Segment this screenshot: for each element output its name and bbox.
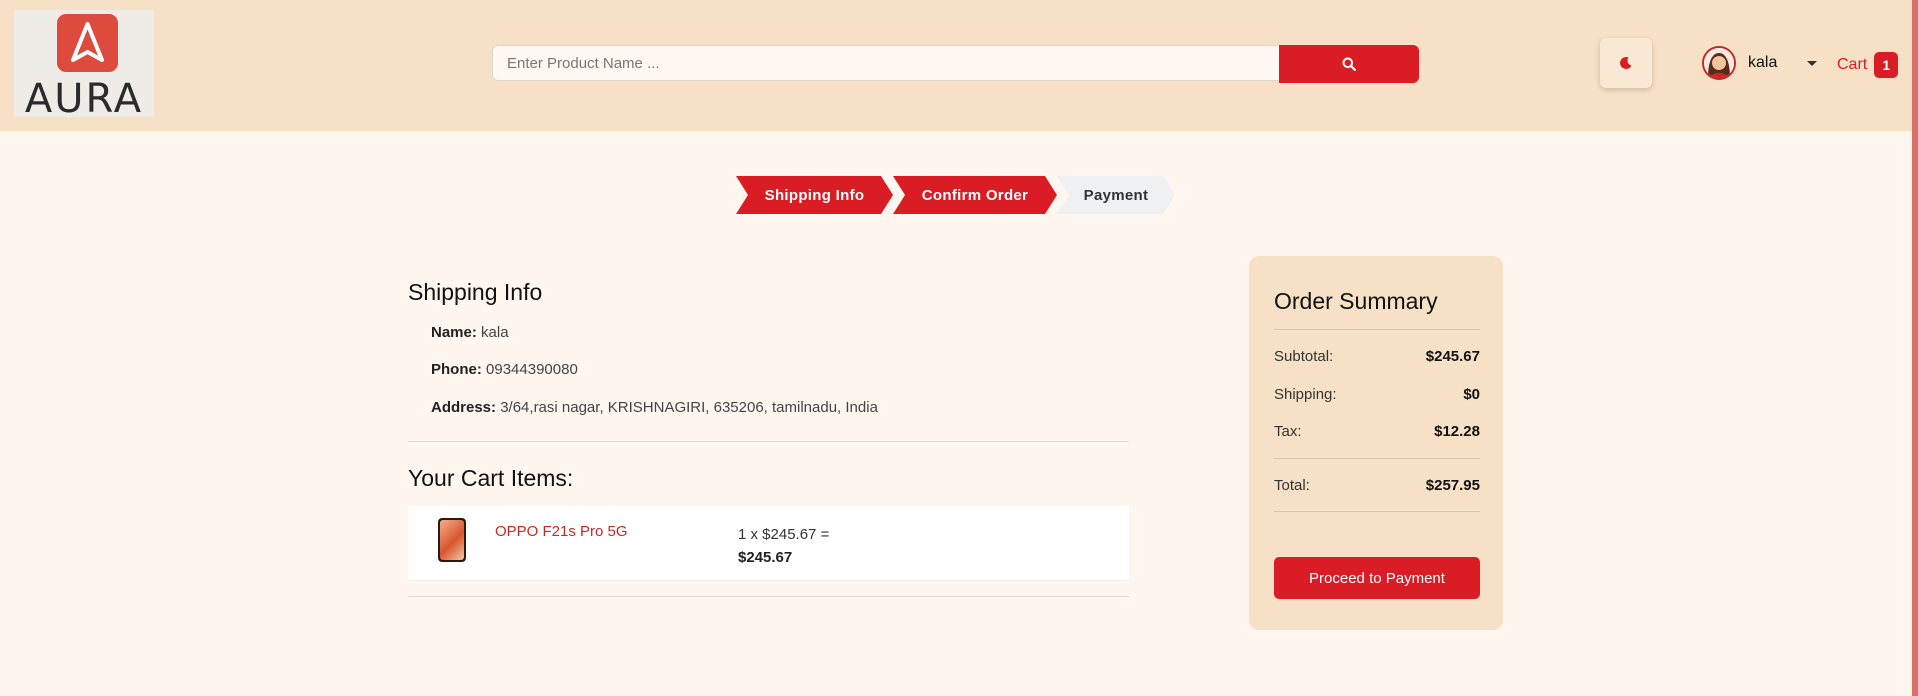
product-image [438,518,466,562]
tax-value: $12.28 [1434,423,1480,440]
step-shipping-info[interactable]: Shipping Info [736,176,893,214]
brand-logo[interactable]: AURA [14,10,154,122]
address-value: 3/64,rasi nagar, KRISHNAGIRI, 635206, ta… [500,399,878,416]
item-total: $245.67 [738,549,793,566]
name-label: Name: [431,324,477,341]
total-row: Total: $257.95 [1274,477,1480,494]
chevron-down-icon[interactable] [1807,60,1818,66]
tax-label: Tax: [1274,423,1302,440]
subtotal-value: $245.67 [1425,348,1480,365]
scrollbar-edge [1912,0,1918,696]
phone-label: Phone: [431,361,482,378]
logo-icon [57,14,118,72]
moon-icon [1620,56,1632,69]
shipping-row: Shipping: $0 [1274,386,1480,403]
subtotal-row: Subtotal: $245.67 [1274,348,1480,365]
step-payment[interactable]: Payment [1057,176,1175,214]
shipping-address: Address: 3/64,rasi nagar, KRISHNAGIRI, 6… [431,399,878,416]
divider [1274,458,1480,459]
tax-row: Tax: $12.28 [1274,423,1480,440]
search-button[interactable] [1279,45,1419,83]
order-summary-card: Order Summary Subtotal: $245.67 Shipping… [1249,256,1503,630]
address-label: Address: [431,399,497,416]
total-value: $257.95 [1425,477,1480,494]
avatar [1702,46,1736,80]
shipping-info-title: Shipping Info [408,279,543,305]
name-value: kala [481,324,509,341]
total-label: Total: [1274,477,1310,494]
product-price: 1 x $245.67 = $245.67 [738,523,829,569]
step-label: Shipping Info [764,186,865,204]
product-name-link[interactable]: OPPO F21s Pro 5G [495,523,628,540]
step-label: Confirm Order [921,186,1029,204]
logo-text: AURA [24,76,144,122]
qty-price: 1 x $245.67 = [738,526,830,543]
top-navbar: AURA kala Cart 1 [0,0,1912,131]
divider [408,596,1129,597]
phone-value: 09344390080 [486,361,578,378]
theme-toggle-button[interactable] [1600,38,1652,88]
order-summary-title: Order Summary [1274,288,1438,314]
cart-label: Cart [1837,56,1868,73]
divider [408,441,1129,442]
checkout-steps: Shipping Info Confirm Order Payment [0,176,1918,214]
shipping-name: Name: kala [431,324,509,341]
divider [1274,329,1480,330]
divider [1274,511,1480,512]
proceed-to-payment-button[interactable]: Proceed to Payment [1274,557,1480,599]
shipping-label: Shipping: [1274,386,1337,403]
search-icon [1342,57,1356,71]
shipping-value: $0 [1463,386,1480,403]
cart-count-badge: 1 [1874,52,1899,78]
subtotal-label: Subtotal: [1274,348,1334,365]
step-label: Payment [1083,186,1149,204]
step-confirm-order[interactable]: Confirm Order [893,176,1057,214]
search-input[interactable] [492,45,1280,81]
user-menu[interactable]: kala [1702,46,1818,80]
cart-items-title: Your Cart Items: [408,465,574,491]
cart-link[interactable]: Cart 1 [1837,52,1899,78]
cart-item: OPPO F21s Pro 5G 1 x $245.67 = $245.67 [408,506,1129,581]
shipping-phone: Phone: 09344390080 [431,361,578,378]
user-name: kala [1748,54,1778,71]
